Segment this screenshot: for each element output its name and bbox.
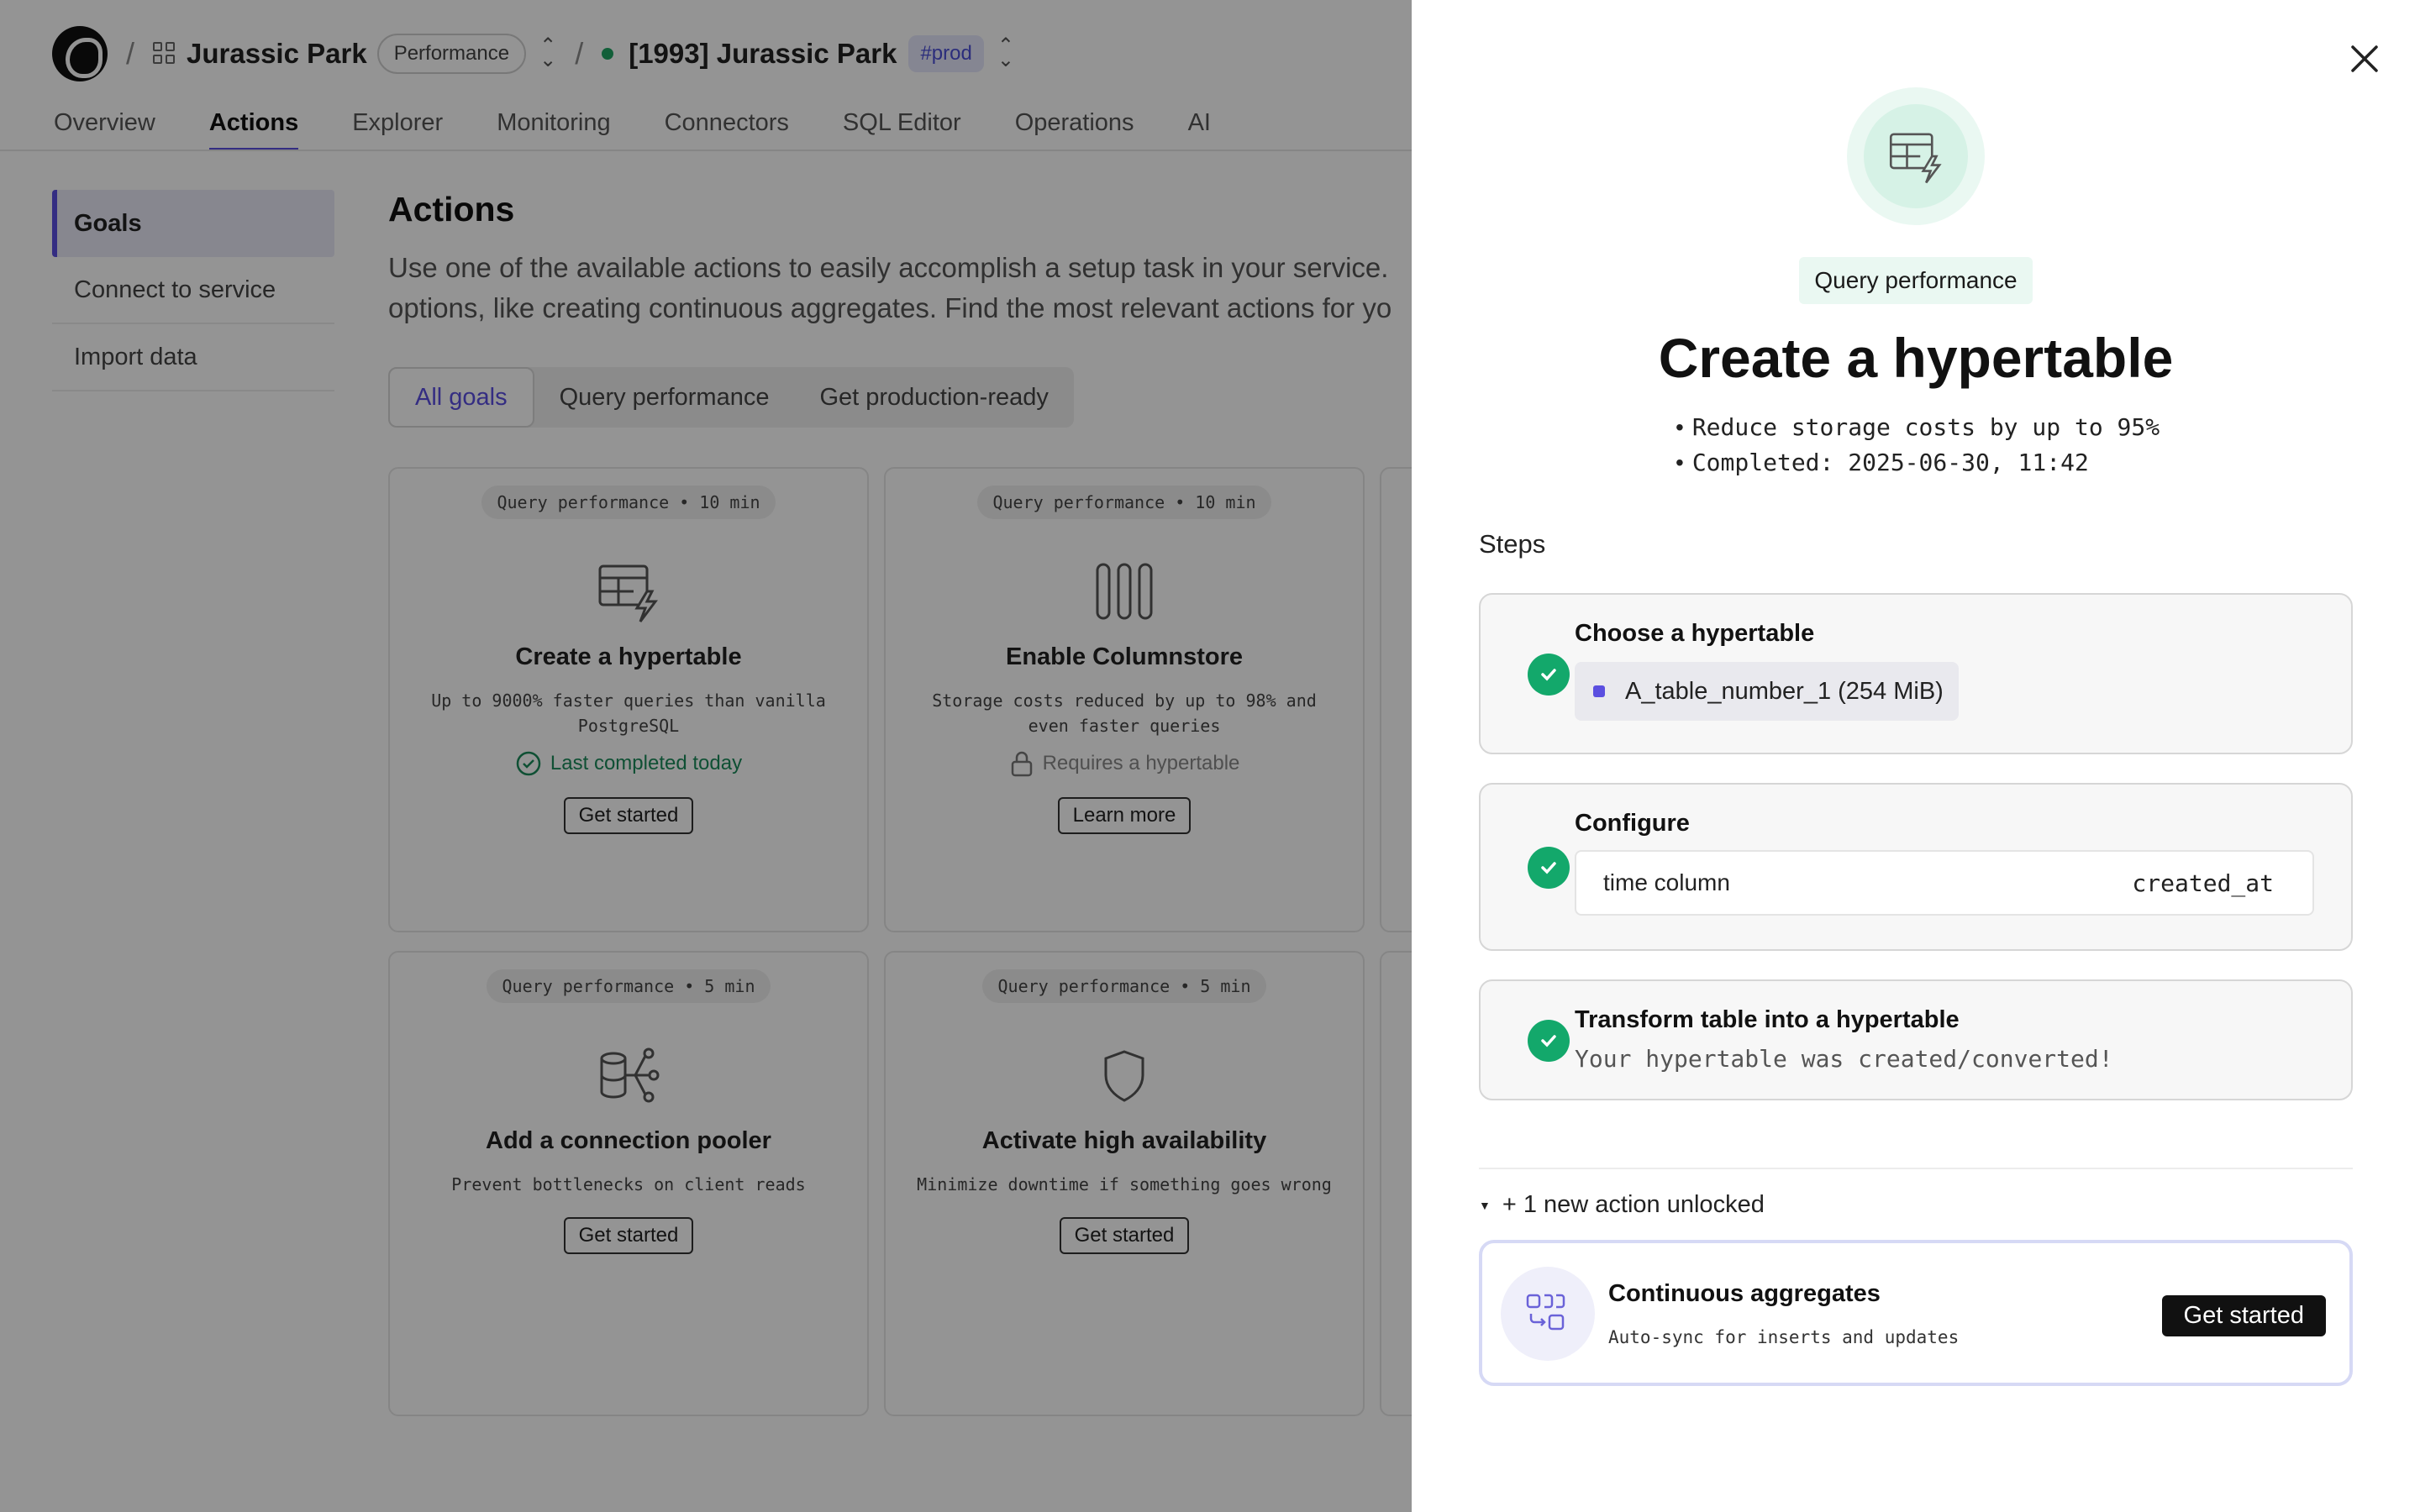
goal-tag-label: Query performance [1799, 257, 2033, 304]
step-transform-table: Transform table into a hypertable Your h… [1479, 979, 2353, 1100]
summary-bullet: Completed: 2025-06-30, 11:42 [1676, 445, 2160, 480]
selected-table-name: A_table_number_1 (254 MiB) [1625, 677, 1944, 705]
check-icon [1528, 1020, 1570, 1062]
hero-icon-badge [1847, 87, 1985, 225]
step-configure: Configure time column created_at [1479, 783, 2353, 951]
step-title: Transform table into a hypertable [1575, 1006, 1960, 1033]
drawer-title: Create a hypertable [1658, 327, 2174, 389]
step-title: Configure [1575, 810, 1690, 837]
step-title: Choose a hypertable [1575, 620, 1815, 647]
goal-tag: Query performance [1412, 257, 2420, 304]
unlocked-action-description: Auto-sync for inserts and updates [1608, 1327, 1960, 1347]
step-result-message: Your hypertable was created/converted! [1575, 1045, 2113, 1073]
config-value: created_at [2132, 869, 2274, 897]
config-key: time column [1603, 869, 1730, 895]
action-detail-drawer: Query performance Create a hypertable Re… [1412, 0, 2420, 1512]
time-column-field[interactable]: time column created_at [1575, 850, 2314, 916]
table-lightning-icon [1889, 133, 1942, 184]
continuous-aggregates-icon [1501, 1267, 1595, 1361]
unlocked-label: + 1 new action unlocked [1502, 1191, 1765, 1218]
unlocked-action-card[interactable]: Continuous aggregates Auto-sync for inse… [1479, 1240, 2353, 1386]
get-started-button[interactable]: Get started [2161, 1295, 2326, 1336]
close-icon[interactable] [2343, 37, 2386, 81]
check-icon [1528, 654, 1570, 696]
selected-table-chip[interactable]: A_table_number_1 (254 MiB) [1575, 662, 1959, 721]
drawer-summary: Reduce storage costs by up to 95% Comple… [1676, 410, 2160, 480]
unlocked-actions-toggle[interactable]: ▼ + 1 new action unlocked [1479, 1191, 1765, 1219]
table-color-swatch [1593, 685, 1605, 697]
section-divider [1479, 1168, 2353, 1169]
caret-down-icon: ▼ [1479, 1198, 1491, 1212]
modal-backdrop[interactable] [0, 0, 1412, 1512]
steps-heading: Steps [1479, 529, 1546, 559]
step-choose-hypertable: Choose a hypertable A_table_number_1 (25… [1479, 593, 2353, 754]
unlocked-action-title: Continuous aggregates [1608, 1280, 1881, 1307]
check-icon [1528, 847, 1570, 889]
actions-page: / Jurassic Park Performance ⌃ ⌄ / [1993] … [0, 0, 1412, 1512]
summary-bullet: Reduce storage costs by up to 95% [1676, 410, 2160, 445]
